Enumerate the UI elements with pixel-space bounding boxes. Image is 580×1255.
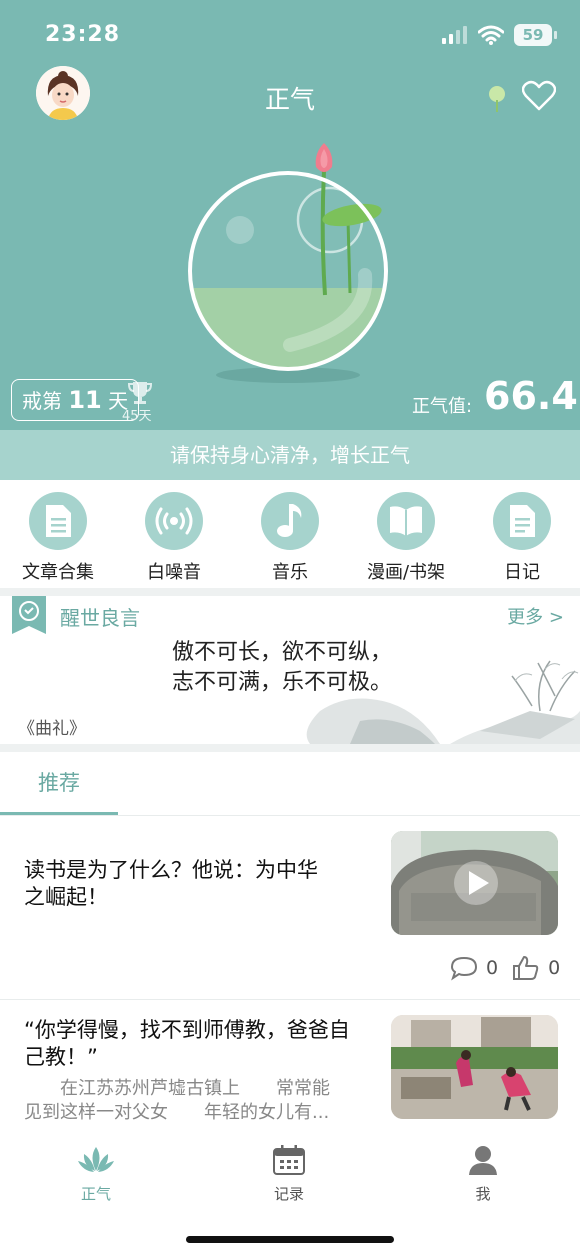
signal-icon [442,26,467,44]
article-title-line: 之崛起！ [24,885,108,909]
section-divider [0,588,580,596]
article-summary-line: 在江苏苏州芦墟古镇上 常常能 [24,1078,330,1099]
document-icon [46,505,71,537]
wifi-icon [478,25,504,45]
status-icons: 59 [442,24,557,46]
tab-label: 正气 [80,1185,111,1203]
thumbs-up-icon[interactable] [512,955,540,981]
article-summary: 在江苏苏州芦墟古镇上 常常能 见到这样一对父女 年轻的女儿有... [24,1077,374,1125]
calendar-icon [273,1145,305,1175]
content-tabs: 推荐 [0,752,580,816]
article-summary-line: 见到这样一对父女 年轻的女儿有... [24,1102,330,1123]
quote-card[interactable]: 醒世良言 更多 > 傲不可长，欲不可纵， 志不可满，乐不可极。 《曲礼》 [0,596,580,744]
article-title[interactable]: 读书是为了什么？他说：为中华 之崛起！ [24,857,318,911]
section-divider [0,744,580,752]
article-title-line: 己教！” [24,1045,98,1069]
quote-section-title: 醒世良言 [60,606,140,630]
article-title-line: 读书是为了什么？他说：为中华 [24,858,318,882]
abstinence-streak-badge: 戒第 11 天 [11,379,140,421]
streak-days: 11 [68,386,102,414]
quick-nav: 文章合集 白噪音 音乐 漫画/书架 日记 [0,480,580,588]
hero-header: 23:28 59 正气 戒第 11 天 45天 正气值: 66.4 [0,0,580,430]
quick-nav-label: 日记 [504,562,540,583]
article-title[interactable]: “你学得慢，找不到师傅教，爸爸自 己教！” [24,1017,350,1071]
best-streak-days: 45天 [122,409,152,424]
tab-label: 记录 [273,1185,304,1203]
score-label: 正气值: [412,396,473,417]
trophy-icon [127,382,153,404]
quote-line: 志不可满，乐不可极。 [172,670,393,695]
tree-icon[interactable] [486,84,508,114]
tab-zhengqi[interactable]: 正气 [51,1145,141,1204]
quick-nav-diary[interactable]: 日记 [464,480,580,588]
tab-records[interactable]: 记录 [244,1145,334,1204]
stone-gate-photo-icon [391,831,558,935]
slogan-banner: 请保持身心清净，增长正气 [0,430,580,480]
broadcast-icon [155,507,193,535]
score-value: 66.4 [484,374,578,418]
heart-icon[interactable] [522,80,556,112]
status-time: 23:28 [45,22,121,47]
quick-nav-label: 漫画/书架 [366,562,446,583]
quick-nav-label: 文章合集 [22,562,94,583]
street-performers-photo-icon [391,1015,558,1119]
article-thumbnail[interactable] [391,1015,558,1119]
lotus-icon [78,1147,114,1172]
quote-text: 傲不可长，欲不可纵， 志不可满，乐不可极。 [172,638,392,698]
bookmark-heart-icon [12,596,46,634]
battery-indicator: 59 [514,24,557,46]
like-count: 0 [548,957,561,979]
tab-me[interactable]: 我 [438,1145,528,1204]
quote-source: 《曲礼》 [18,719,86,739]
status-bar: 23:28 59 [0,0,580,70]
lotus-globe-illustration [188,143,388,383]
quick-nav-white-noise[interactable]: 白噪音 [116,480,232,588]
quick-nav-label: 白噪音 [147,562,201,583]
home-indicator [186,1236,394,1243]
quote-more-link[interactable]: 更多 > [507,603,564,629]
article-title-line: “你学得慢，找不到师傅教，爸爸自 [24,1018,350,1042]
streak-prefix: 戒第 [22,389,62,413]
quote-line: 傲不可长，欲不可纵， [172,640,393,665]
quick-nav-articles[interactable]: 文章合集 [0,480,116,588]
tab-recommend[interactable]: 推荐 [0,752,118,815]
tab-label: 我 [475,1185,491,1203]
article-thumbnail[interactable] [391,831,558,935]
quick-nav-comics-bookshelf[interactable]: 漫画/书架 [348,480,464,588]
music-note-icon [277,504,302,537]
person-icon [469,1146,497,1175]
notes-icon [510,505,535,537]
open-book-icon [390,506,422,536]
comment-icon[interactable] [450,955,478,981]
quick-nav-label: 音乐 [272,562,308,583]
comment-count: 0 [486,957,499,979]
quick-nav-music[interactable]: 音乐 [232,480,348,588]
article-stats: 0 0 [450,955,560,981]
